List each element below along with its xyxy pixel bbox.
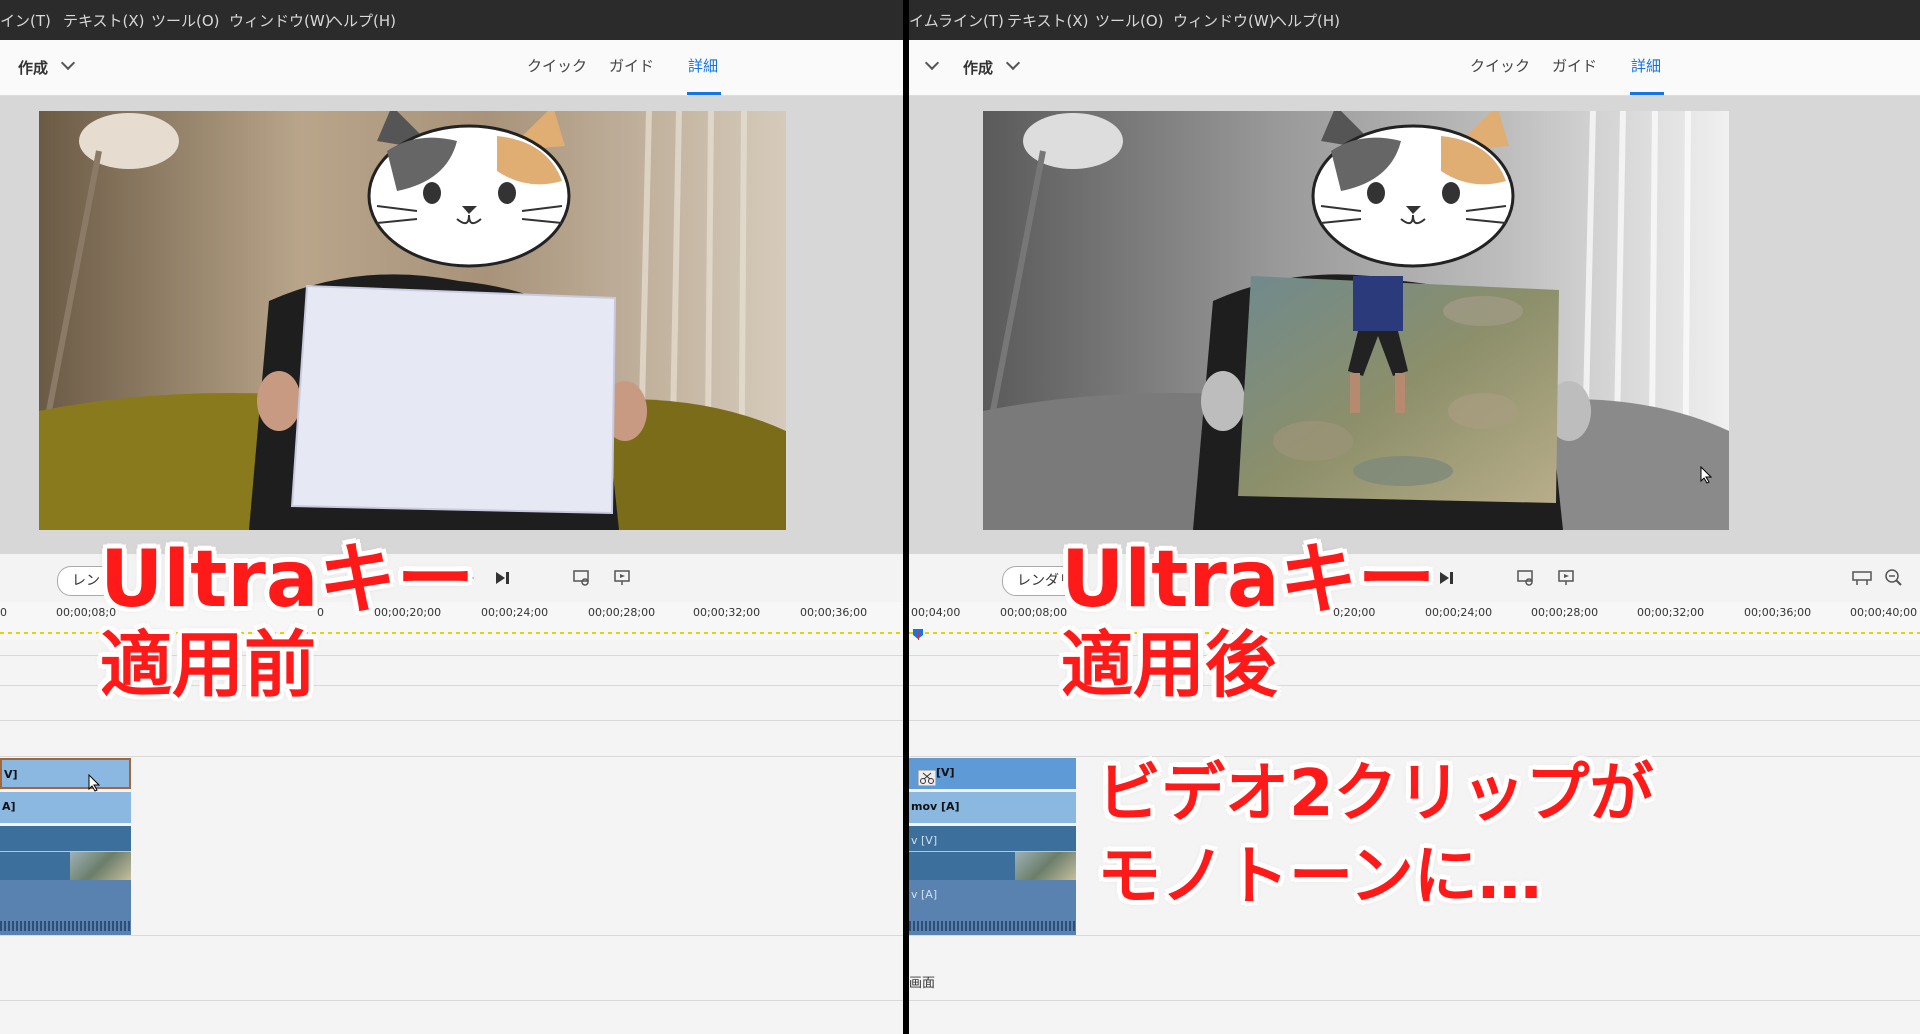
menu-help[interactable]: ヘルプ(H) [328, 10, 396, 31]
before-panel: イン(T) テキスト(X) ツール(O) ウィンドウ(W) ヘルプ(H) 作成 … [0, 0, 903, 1034]
create-button[interactable]: 作成 [963, 57, 993, 78]
menu-timeline[interactable]: イン(T) [0, 10, 51, 31]
video-preview[interactable] [39, 111, 786, 530]
zoom-out-icon[interactable] [1885, 569, 1903, 591]
audio2-clip[interactable]: mov [A] [909, 792, 1076, 823]
scissors-icon [917, 769, 937, 789]
monitor-zoom-icon[interactable] [573, 569, 591, 591]
clip-label: [V] [936, 766, 955, 779]
timecode: 00;00;36;00 [1744, 606, 1812, 619]
timecode: 00;00;36;00 [800, 606, 868, 619]
chevron-down-icon[interactable] [924, 55, 940, 71]
track-label: 画面 [909, 976, 936, 991]
timecode: 00;00;40;00 [1850, 606, 1918, 619]
tab-guided[interactable]: ガイド [1552, 55, 1597, 76]
video2-clip[interactable]: [V] [909, 758, 1076, 789]
track-divider [0, 1000, 903, 1001]
timecode: 00;00;32;00 [1637, 606, 1705, 619]
video-preview[interactable] [983, 111, 1729, 530]
workspace-bar: 作成 クイック ガイド 詳細 [0, 40, 903, 96]
clip-label: mov [A] [911, 800, 960, 813]
timeline-view-icon[interactable] [1852, 569, 1872, 591]
menu-window[interactable]: ウィンドウ(W) [1173, 10, 1275, 31]
monitor-panel [0, 96, 903, 554]
track-divider [909, 720, 1920, 721]
overlay-subtitle-after: 適用後 [1061, 623, 1278, 707]
track-divider [0, 720, 903, 721]
menu-tools[interactable]: ツール(O) [151, 10, 220, 31]
clip-label: A] [2, 800, 16, 813]
tab-quick[interactable]: クイック [1470, 55, 1530, 76]
overlay-title-after: Ultraキー [1061, 535, 1436, 625]
step-forward-icon[interactable] [494, 570, 510, 590]
monitor-zoom-icon[interactable] [1517, 569, 1535, 591]
menu-timeline[interactable]: イムライン(T) [909, 10, 1004, 31]
timecode: 00;00;28;00 [588, 606, 656, 619]
tab-guided[interactable]: ガイド [609, 55, 654, 76]
track-divider [909, 1000, 1920, 1001]
opacity-line [0, 851, 131, 852]
tab-quick[interactable]: クイック [527, 55, 587, 76]
timecode: 00;00;28;00 [1531, 606, 1599, 619]
timecode: 00;04;00 [911, 606, 961, 619]
audio1-clip[interactable] [0, 880, 131, 935]
export-frame-icon[interactable] [1558, 569, 1576, 591]
audio-waveform [909, 921, 1076, 931]
timecode: 00;00;32;00 [693, 606, 761, 619]
clip-label: V] [4, 768, 18, 781]
audio1-clip[interactable]: v [A] [909, 880, 1076, 935]
menu-window[interactable]: ウィンドウ(W) [229, 10, 331, 31]
track-divider [909, 935, 1920, 936]
timecode: 0 [0, 606, 7, 619]
active-tab-indicator [1630, 92, 1664, 95]
clip-label: v [A] [911, 888, 938, 901]
overlay-title-before: Ultraキー [100, 535, 475, 625]
video2-clip[interactable]: V] [0, 758, 131, 792]
overlay-subtitle-before: 適用前 [100, 623, 317, 707]
timecode: 00;00;08;00 [1000, 606, 1068, 619]
clip-label: v [V] [911, 834, 938, 847]
active-tab-indicator [687, 92, 721, 95]
export-frame-icon[interactable] [614, 569, 632, 591]
overlay-note-line2: モノトーンに… [1097, 840, 1542, 914]
overlay-note-line1: ビデオ2クリップが [1097, 757, 1654, 831]
mouse-cursor-icon [1700, 465, 1713, 488]
menu-bar: イン(T) テキスト(X) ツール(O) ウィンドウ(W) ヘルプ(H) [0, 0, 903, 40]
tab-expert[interactable]: 詳細 [688, 55, 718, 76]
menu-tools[interactable]: ツール(O) [1095, 10, 1164, 31]
chevron-down-icon[interactable] [1005, 55, 1021, 71]
monitor-panel [909, 96, 1920, 554]
timecode: 00;00;24;00 [481, 606, 549, 619]
tab-expert[interactable]: 詳細 [1631, 55, 1661, 76]
menu-text[interactable]: テキスト(X) [63, 10, 145, 31]
track-divider [0, 756, 903, 757]
chevron-down-icon[interactable] [60, 55, 76, 71]
track-divider [0, 935, 903, 936]
clip-thumbnail [1015, 851, 1076, 881]
step-forward-icon[interactable] [1438, 570, 1454, 590]
menu-text[interactable]: テキスト(X) [1007, 10, 1089, 31]
after-panel: イムライン(T) テキスト(X) ツール(O) ウィンドウ(W) ヘルプ(H) … [909, 0, 1920, 1034]
create-button[interactable]: 作成 [18, 57, 48, 78]
workspace-bar: 作成 クイック ガイド 詳細 [909, 40, 1920, 96]
menu-help[interactable]: ヘルプ(H) [1272, 10, 1340, 31]
opacity-line [909, 851, 1076, 852]
audio2-clip[interactable]: A] [0, 792, 131, 823]
audio-waveform [0, 921, 131, 931]
clip-thumbnail [70, 851, 131, 881]
menu-bar: イムライン(T) テキスト(X) ツール(O) ウィンドウ(W) ヘルプ(H) [909, 0, 1920, 40]
